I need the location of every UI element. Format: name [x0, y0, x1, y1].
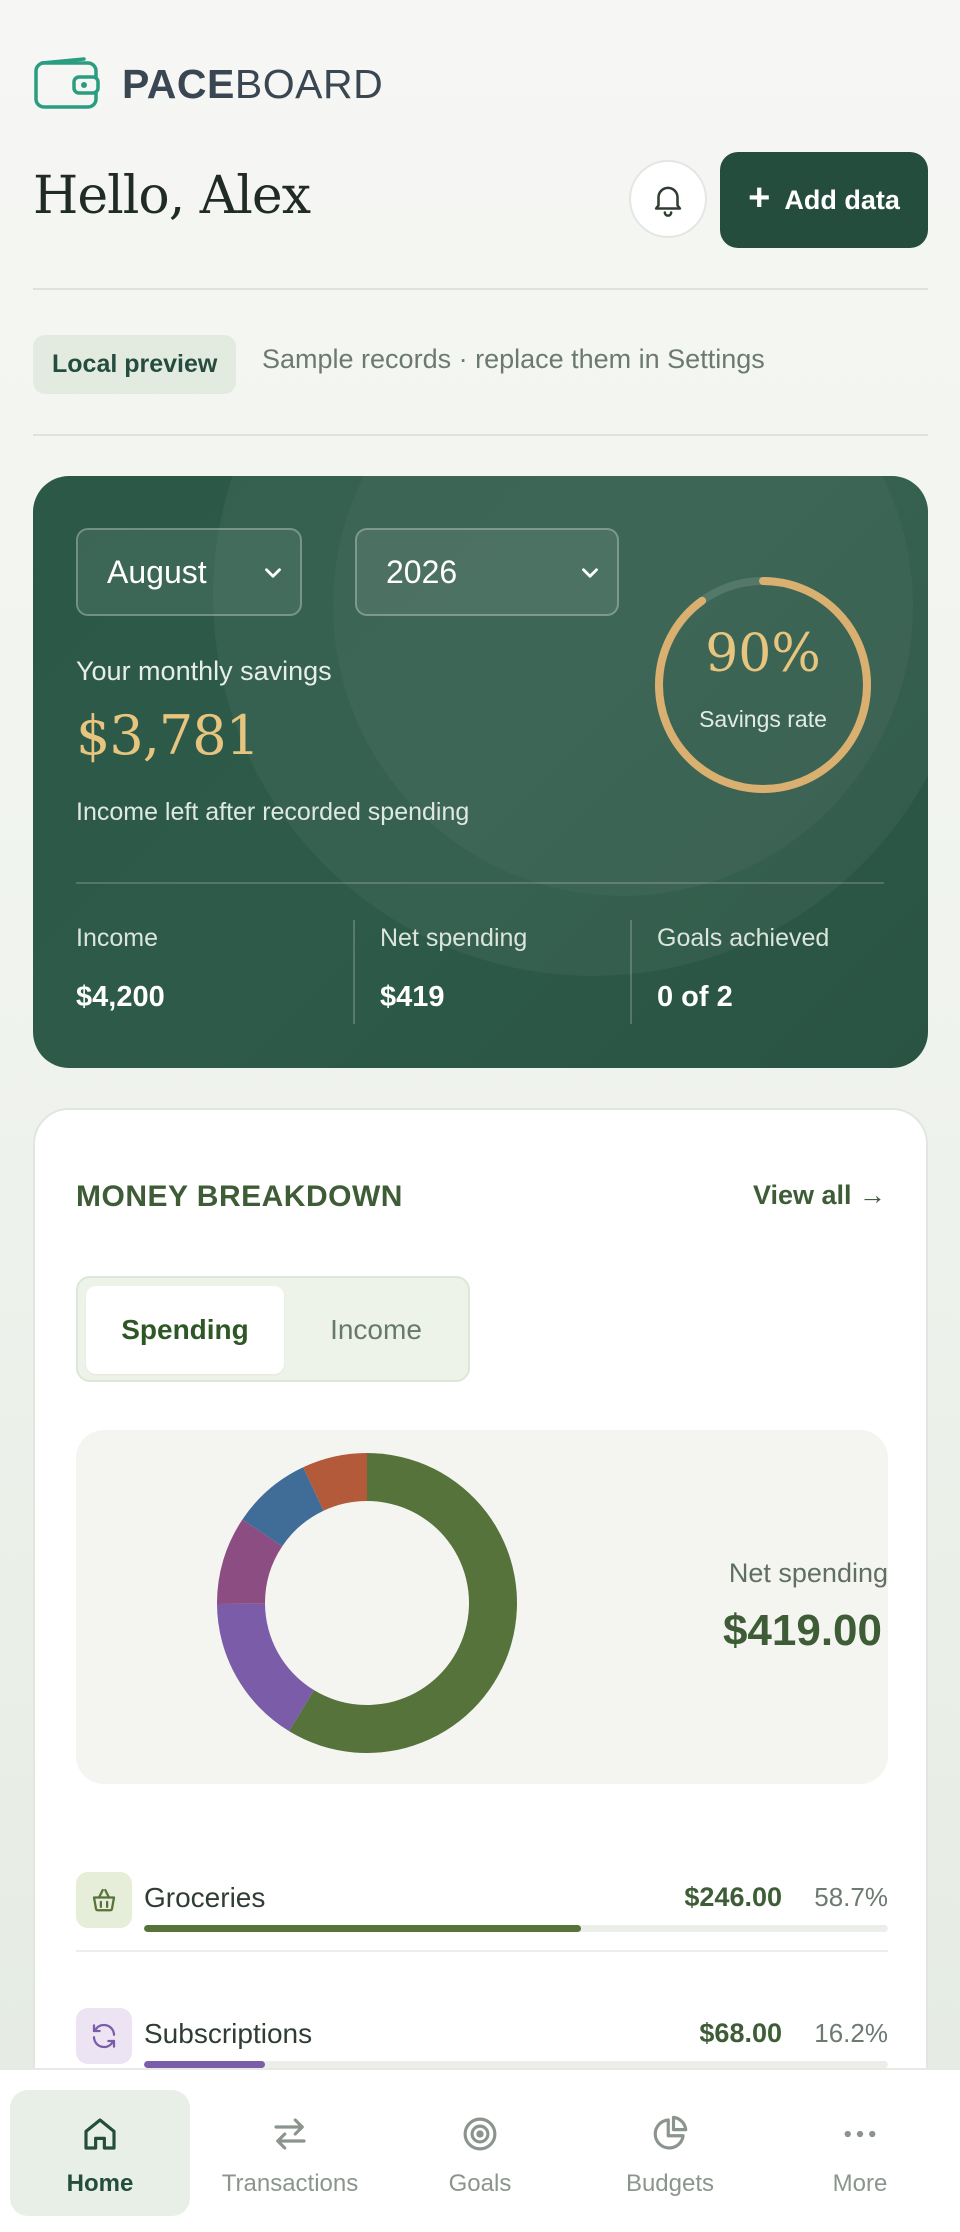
savings-label: Your monthly savings [76, 656, 332, 686]
category-progress-track [144, 2061, 888, 2068]
add-data-button[interactable]: + Add data [720, 152, 928, 248]
chevron-down-icon [582, 568, 598, 578]
stat-value: 0 of 2 [657, 981, 733, 1013]
stat-value: $419 [380, 981, 445, 1013]
category-progress-fill [144, 2061, 265, 2068]
stat-separator [630, 920, 632, 1024]
nav-item-home[interactable]: Home [10, 2090, 190, 2216]
stat-income: Income $4,200 [76, 924, 165, 1014]
category-name: Groceries [144, 1882, 266, 1913]
local-preview-badge: Local preview [33, 335, 237, 394]
year-select[interactable]: 2026 [355, 528, 619, 616]
category-amount: $246.00 [684, 1882, 782, 1912]
category-name: Subscriptions [144, 2018, 313, 2049]
category-percent: 58.7% [814, 1882, 888, 1912]
category-progress-track [144, 1925, 888, 1932]
tab-spending[interactable]: Spending [86, 1286, 284, 1374]
nav-label: Home [66, 2170, 134, 2197]
row-separator [76, 1950, 888, 1952]
savings-rate-label: Savings rate [699, 706, 827, 732]
tab-income[interactable]: Income [288, 1286, 464, 1374]
nav-label: More [832, 2170, 888, 2197]
category-progress-fill [144, 1925, 581, 1932]
breakdown-toggle: Spending Income [76, 1276, 470, 1382]
stat-label: Income [76, 924, 158, 952]
stat-label: Goals achieved [657, 924, 830, 952]
spending-chart-panel: Net spending $419.00 [76, 1430, 888, 1784]
home-icon [79, 2112, 121, 2156]
nav-item-budgets[interactable]: Budgets [580, 2090, 760, 2216]
pie-chart-icon [649, 2112, 691, 2156]
divider [33, 288, 928, 290]
brand-name: PACEBOARD [122, 61, 383, 108]
wallet-icon [34, 57, 100, 109]
breakdown-title: MONEY BREAKDOWN [76, 1180, 403, 1213]
bottom-nav: Home Transactions Goals Budgets More [0, 2068, 960, 2232]
savings-value: $3,781 [76, 704, 260, 767]
view-all-link[interactable]: View all → [753, 1180, 886, 1211]
preview-note: Sample records · replace them in Setting… [262, 344, 765, 374]
app-page: PACEBOARD Hello, Alex + Add data Local p… [0, 0, 960, 2232]
nav-item-goals[interactable]: Goals [390, 2090, 570, 2216]
basket-icon [76, 1872, 132, 1928]
nav-label: Budgets [625, 2170, 715, 2197]
savings-note: Income left after recorded spending [76, 798, 470, 826]
plus-icon: + [748, 177, 771, 219]
savings-summary-card: August 2026 Your monthly savings $3,781 … [33, 476, 928, 1068]
month-select[interactable]: August [76, 528, 302, 616]
stat-value: $4,200 [76, 981, 165, 1013]
spending-donut-chart [217, 1453, 517, 1753]
greeting-title: Hello, Alex [33, 166, 311, 226]
stat-separator [353, 920, 355, 1024]
nav-item-more[interactable]: More [770, 2090, 950, 2216]
nav-item-transactions[interactable]: Transactions [200, 2090, 380, 2216]
divider [33, 434, 928, 436]
nav-label: Goals [448, 2170, 512, 2197]
bell-icon [654, 186, 682, 217]
refresh-icon [76, 2008, 132, 2064]
brand-name-bold: PACE [122, 60, 235, 107]
brand-name-light: BOARD [234, 60, 384, 107]
stat-label: Net spending [380, 924, 528, 952]
target-icon [459, 2112, 501, 2156]
chart-total: $419.00 [722, 1606, 882, 1655]
money-breakdown-card: MONEY BREAKDOWN View all → Spending Inco… [33, 1108, 928, 2232]
savings-rate-value: 90% [705, 624, 821, 684]
stat-goals-achieved: Goals achieved 0 of 2 [657, 924, 829, 1014]
year-select-value: 2026 [386, 553, 458, 590]
month-select-value: August [107, 553, 207, 590]
swap-arrows-icon [269, 2112, 311, 2156]
chart-label: Net spending [728, 1558, 888, 1588]
more-dots-icon [839, 2112, 881, 2156]
stat-net-spending: Net spending $419 [380, 924, 527, 1014]
category-amount: $68.00 [699, 2018, 782, 2048]
nav-label: Transactions [221, 2170, 359, 2197]
notifications-button[interactable] [629, 160, 707, 238]
savings-rate-gauge [655, 577, 871, 793]
add-data-label: Add data [784, 184, 900, 215]
chevron-down-icon [265, 568, 281, 578]
hero-divider [76, 882, 884, 884]
category-percent: 16.2% [814, 2018, 888, 2048]
donut-slice-1 [217, 1603, 314, 1732]
savings-rate-arc [655, 577, 871, 793]
category-row-groceries[interactable]: Groceries $246.00 58.7% [76, 1872, 888, 1952]
brand: PACEBOARD [34, 56, 383, 112]
